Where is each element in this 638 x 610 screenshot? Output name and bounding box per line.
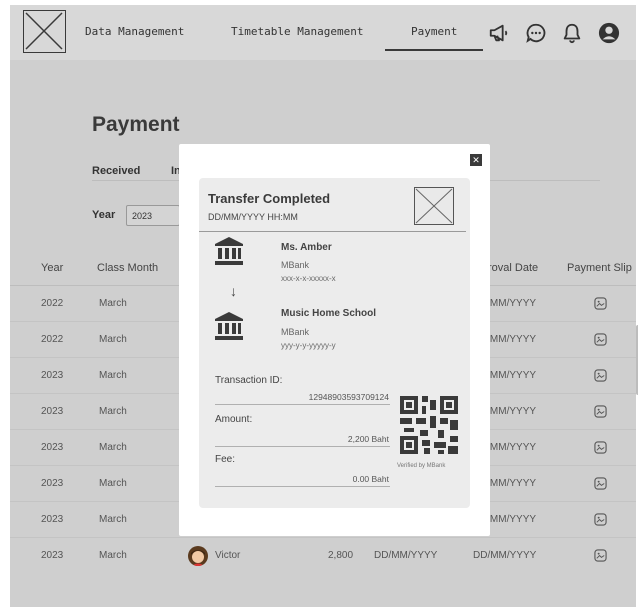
bank-icon <box>215 237 243 265</box>
amount-label: Amount: <box>215 414 253 425</box>
cell-month: March <box>99 370 127 381</box>
cell-year: 2023 <box>41 370 64 381</box>
verified-caption: Verified by MBank <box>397 463 446 469</box>
cell-payment-date: DD/MM/YYYY <box>374 550 438 561</box>
cell-month: March <box>99 442 127 453</box>
image-icon[interactable] <box>594 477 607 490</box>
col-header-year: Year <box>41 262 64 274</box>
user-icon[interactable] <box>598 22 620 44</box>
cell-year: 2023 <box>41 514 64 525</box>
page-title: Payment <box>92 113 180 136</box>
image-icon[interactable] <box>594 333 607 346</box>
year-select[interactable]: 2023 <box>126 205 180 226</box>
fee-label: Fee: <box>215 454 236 465</box>
nav-data-management[interactable]: Data Management <box>85 25 184 38</box>
transaction-id-value: 12948903593709124 <box>308 392 389 402</box>
close-button[interactable]: ✕ <box>470 154 482 166</box>
transaction-id-label: Transaction ID: <box>215 375 283 386</box>
image-placeholder <box>414 187 454 225</box>
chat-icon[interactable] <box>525 22 547 44</box>
cell-month: March <box>99 298 127 309</box>
amount-value: 2,200 Baht <box>347 434 389 444</box>
receiver-bank: MBank <box>281 327 310 337</box>
nav-payment[interactable]: Payment <box>411 25 457 38</box>
cell-month: March <box>99 334 127 345</box>
cell-month: March <box>99 550 127 561</box>
col-header-payment-slip: Payment Slip <box>567 262 632 274</box>
transfer-receipt: Transfer Completed DD/MM/YYYY HH:MM Ms. … <box>199 178 470 508</box>
image-icon[interactable] <box>594 405 607 418</box>
tab-received[interactable]: Received <box>92 165 140 177</box>
cell-month: March <box>99 406 127 417</box>
bank-icon <box>215 312 243 340</box>
col-header-approval-date: roval Date <box>488 262 539 274</box>
sender-bank: MBank <box>281 260 310 270</box>
avatar <box>188 546 208 566</box>
cell-year: 2023 <box>41 550 64 561</box>
bell-icon[interactable] <box>561 22 583 44</box>
cell-approval-date: 'MM/YYYY <box>488 442 537 453</box>
cell-approval-date: 'MM/YYYY <box>488 514 537 525</box>
arrow-down-icon: ↓ <box>230 283 237 299</box>
nav-active-indicator <box>385 49 483 51</box>
cell-student-name: Victor <box>215 550 241 561</box>
cell-approval-date: DD/MM/YYYY <box>473 550 537 561</box>
receiver-name: Music Home School <box>281 308 377 319</box>
year-label: Year <box>92 209 116 221</box>
col-header-class-month: Class Month <box>97 262 159 274</box>
logo-placeholder <box>23 10 66 53</box>
cell-approval-date: 'MM/YYYY <box>488 478 537 489</box>
image-icon[interactable] <box>594 441 607 454</box>
megaphone-icon[interactable] <box>488 22 510 44</box>
sender-name: Ms. Amber <box>281 242 332 253</box>
cell-approval-date: 'MM/YYYY <box>488 298 537 309</box>
receipt-title: Transfer Completed <box>208 191 331 206</box>
cell-month: March <box>99 478 127 489</box>
sender-account: xxx-x-x-xxxxx-x <box>281 274 336 283</box>
cell-year: 2023 <box>41 478 64 489</box>
cell-year: 2023 <box>41 442 64 453</box>
image-icon[interactable] <box>594 549 607 562</box>
cell-approval-date: 'MM/YYYY <box>488 334 537 345</box>
fee-value: 0.00 Baht <box>352 474 389 484</box>
cell-year: 2023 <box>41 406 64 417</box>
image-icon[interactable] <box>594 369 607 382</box>
transfer-receipt-modal: ✕ Transfer Completed DD/MM/YYYY HH:MM Ms… <box>179 144 490 536</box>
receipt-datetime: DD/MM/YYYY HH:MM <box>208 212 298 222</box>
table-row[interactable]: 2023 March Victor 2,800 DD/MM/YYYY DD/MM… <box>10 538 636 574</box>
top-navbar: Data Management Timetable Management Pay… <box>10 5 636 60</box>
cell-approval-date: 'MM/YYYY <box>488 370 537 381</box>
image-icon[interactable] <box>594 513 607 526</box>
cell-amount: 2,800 <box>328 550 354 561</box>
image-icon[interactable] <box>594 297 607 310</box>
cell-year: 2022 <box>41 334 64 345</box>
receiver-account: yyy-y-y-yyyyy-y <box>281 341 336 350</box>
cell-month: March <box>99 514 127 525</box>
cell-approval-date: 'MM/YYYY <box>488 406 537 417</box>
nav-timetable-management[interactable]: Timetable Management <box>231 25 363 38</box>
receipt-divider <box>199 231 466 232</box>
qr-code-icon <box>400 396 458 454</box>
cell-year: 2022 <box>41 298 64 309</box>
